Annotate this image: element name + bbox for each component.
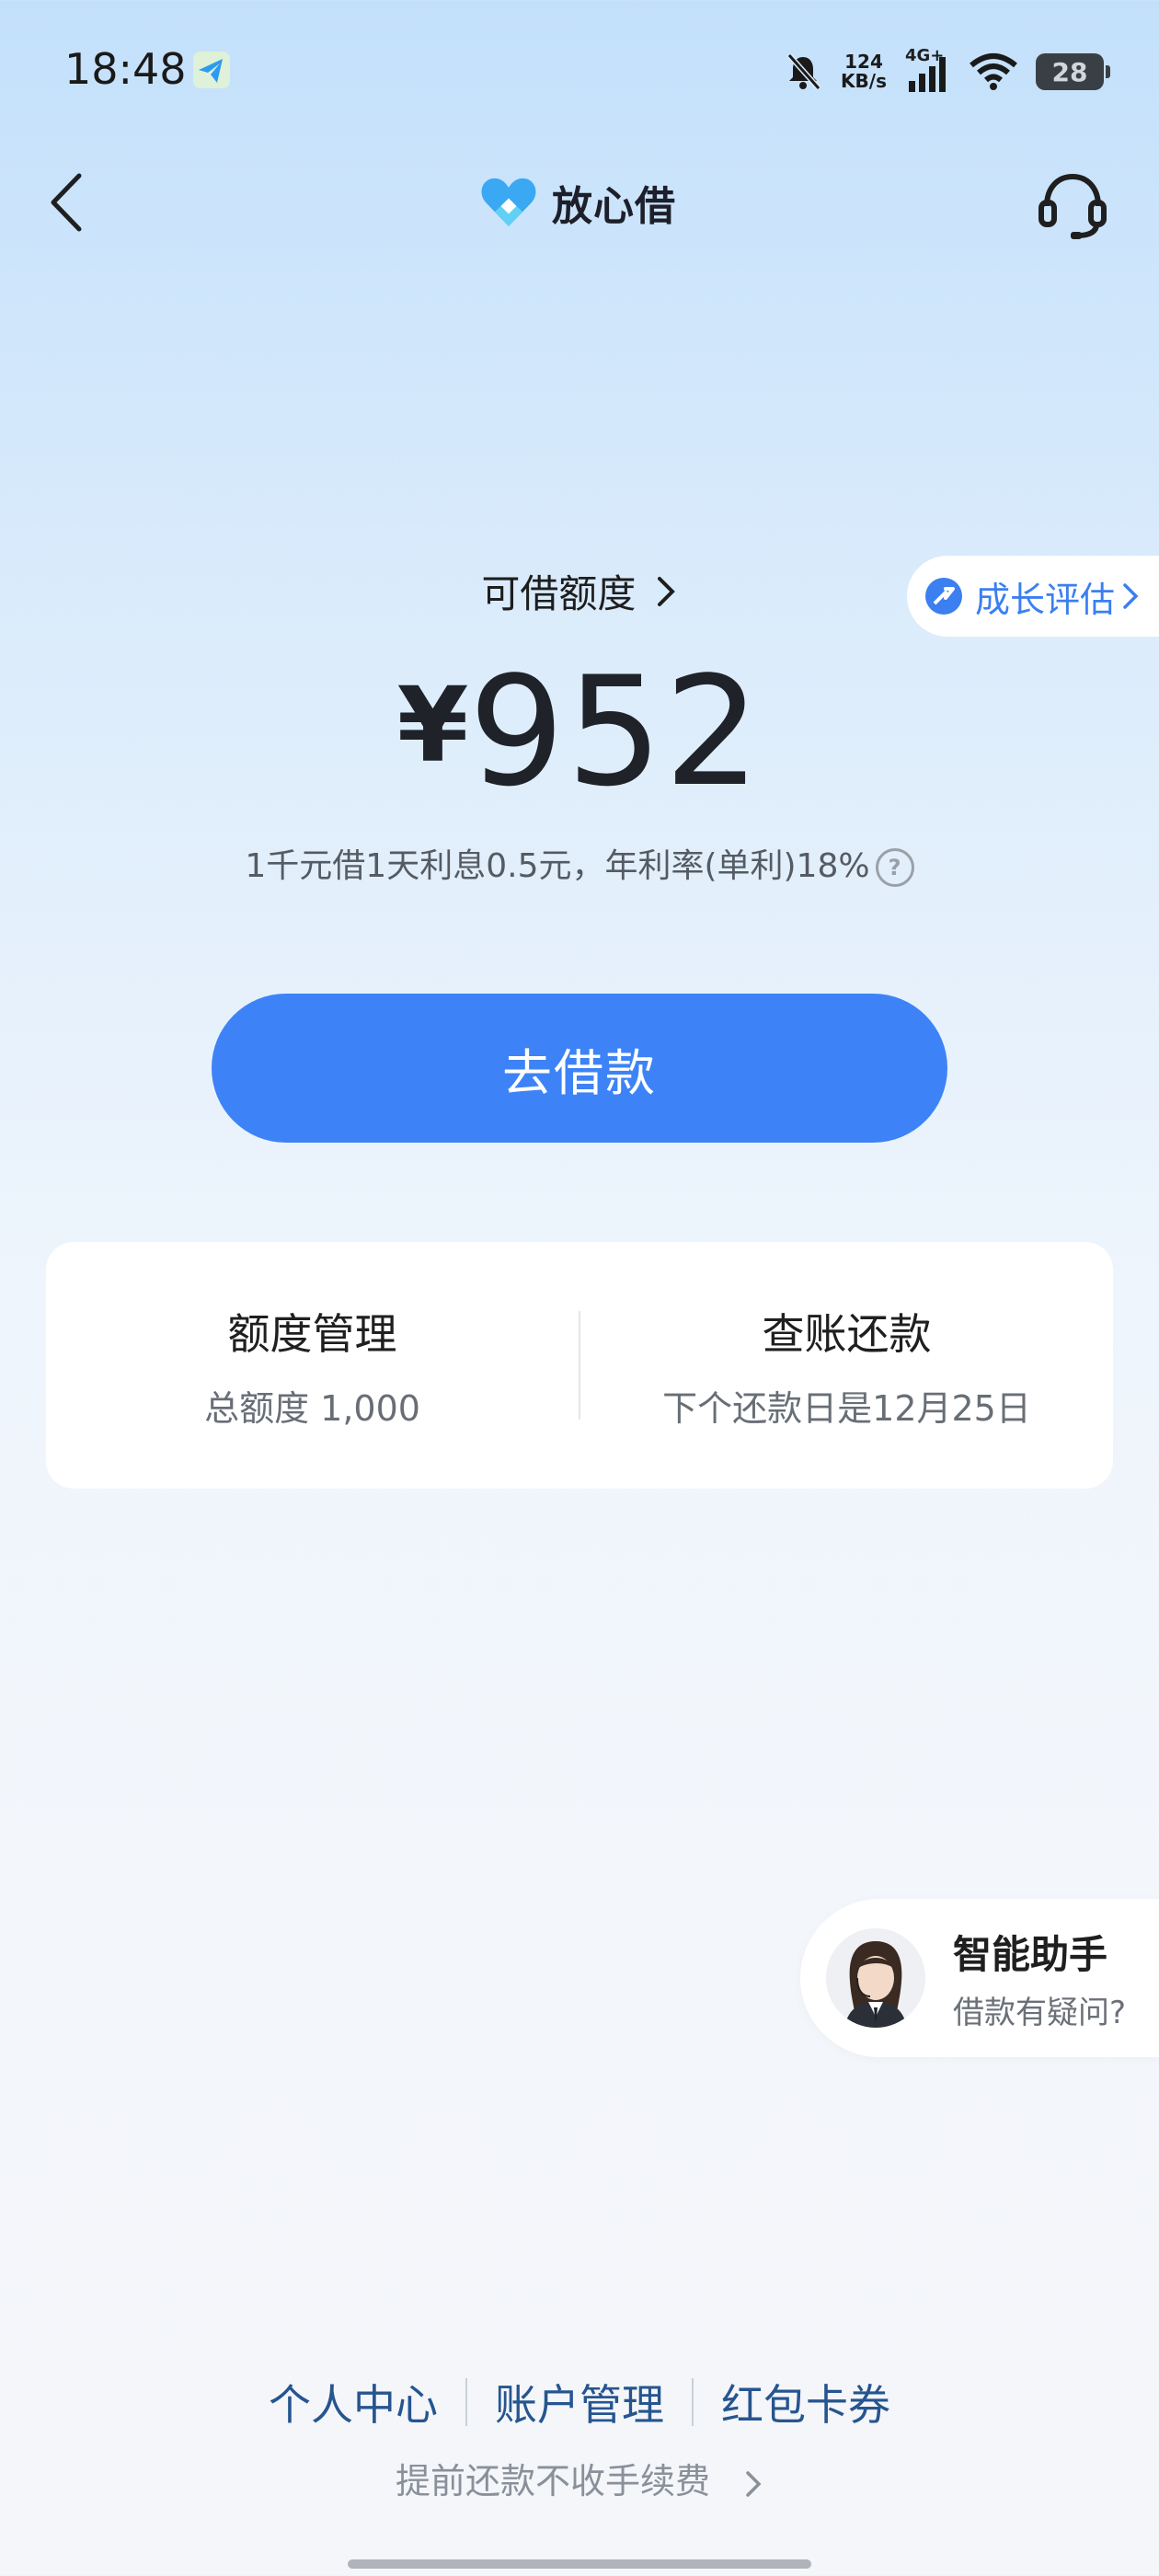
page-title: 放心借 bbox=[552, 183, 676, 230]
back-chevron-icon bbox=[51, 173, 82, 232]
card-subtitle: 下个还款日是12月25日 bbox=[662, 1387, 1031, 1429]
net-speed-value: 124 bbox=[844, 51, 883, 73]
rate-info: 1千元借1天利息0.5元，年利率(单利)18%? bbox=[0, 839, 1159, 887]
credit-amount: ¥952 bbox=[0, 644, 1159, 820]
bill-repayment-entry[interactable]: 查账还款 下个还款日是12月25日 bbox=[580, 1242, 1113, 1489]
credit-management-entry[interactable]: 额度管理 总额度 1,000 bbox=[46, 1242, 579, 1489]
status-time: 18:48 bbox=[64, 44, 187, 94]
growth-label: 成长评估 bbox=[975, 579, 1116, 620]
credit-label: 可借额度 bbox=[481, 571, 637, 616]
smart-assistant-button[interactable]: 智能助手 借款有疑问? bbox=[800, 1899, 1159, 2057]
link-coupons[interactable]: 红包卡券 bbox=[694, 2372, 918, 2432]
back-button[interactable] bbox=[37, 166, 96, 239]
heart-logo-icon bbox=[481, 178, 536, 226]
assistant-text: 智能助手 借款有疑问? bbox=[953, 1924, 1126, 2032]
status-icons: 124 KB/s 4G+ 28 bbox=[784, 44, 1110, 99]
chevron-right-icon bbox=[657, 576, 675, 606]
customer-service-button[interactable] bbox=[1034, 171, 1111, 241]
net-speed-unit: KB/s bbox=[841, 70, 887, 92]
home-indicator[interactable] bbox=[348, 2559, 811, 2569]
signal-icon: 4G+ bbox=[905, 46, 951, 94]
headset-icon bbox=[1039, 173, 1107, 239]
net-speed: 124 KB/s bbox=[841, 52, 887, 91]
amount-value: 952 bbox=[468, 644, 763, 820]
brand: 放心借 bbox=[478, 173, 676, 232]
card-title: 额度管理 bbox=[227, 1308, 397, 1359]
footer-links: 个人中心 账户管理 红包卡券 bbox=[0, 2372, 1159, 2432]
growth-arrow-icon bbox=[925, 578, 962, 615]
battery-icon: 28 bbox=[1036, 53, 1110, 90]
borrow-button[interactable]: 去借款 bbox=[212, 994, 947, 1143]
link-account-management[interactable]: 账户管理 bbox=[467, 2372, 692, 2432]
prepay-note: 提前还款不收手续费 bbox=[395, 2461, 710, 2501]
card-subtitle: 总额度 1,000 bbox=[204, 1387, 420, 1429]
wifi-icon bbox=[970, 53, 1017, 90]
rate-text: 1千元借1天利息0.5元，年利率(单利)18% bbox=[245, 847, 870, 885]
chevron-right-icon bbox=[746, 2470, 762, 2497]
assistant-subtitle: 借款有疑问? bbox=[953, 1995, 1127, 2031]
assistant-avatar bbox=[826, 1928, 925, 2028]
link-personal-center[interactable]: 个人中心 bbox=[241, 2372, 465, 2432]
help-icon[interactable]: ? bbox=[875, 848, 914, 887]
assistant-title: 智能助手 bbox=[953, 1932, 1108, 1977]
mute-bell-icon bbox=[786, 53, 821, 90]
card-title: 查账还款 bbox=[762, 1308, 932, 1359]
account-card: 额度管理 总额度 1,000 查账还款 下个还款日是12月25日 bbox=[46, 1242, 1113, 1489]
telegram-icon bbox=[191, 50, 232, 90]
prepay-note-link[interactable]: 提前还款不收手续费 bbox=[0, 2453, 1159, 2503]
growth-assessment-tag[interactable]: 成长评估 bbox=[907, 556, 1159, 637]
currency-symbol: ¥ bbox=[396, 666, 469, 786]
chevron-right-icon bbox=[1123, 583, 1139, 609]
